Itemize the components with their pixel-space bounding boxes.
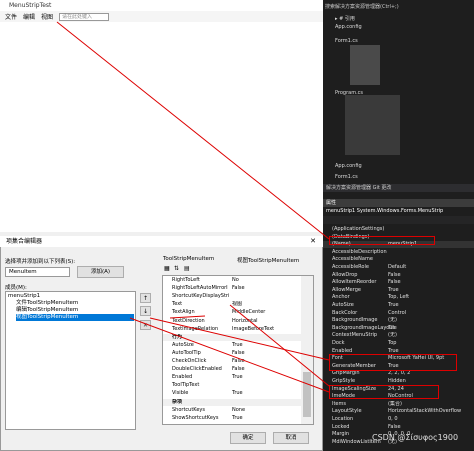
- arrow-line: [149, 317, 330, 361]
- arrow-line: [56, 21, 330, 240]
- arrow-line: [129, 317, 330, 393]
- arrow-line: [169, 315, 206, 319]
- watermark: CSDN @Σίσυφος1900: [372, 433, 459, 442]
- annotation-arrows: [56, 21, 330, 393]
